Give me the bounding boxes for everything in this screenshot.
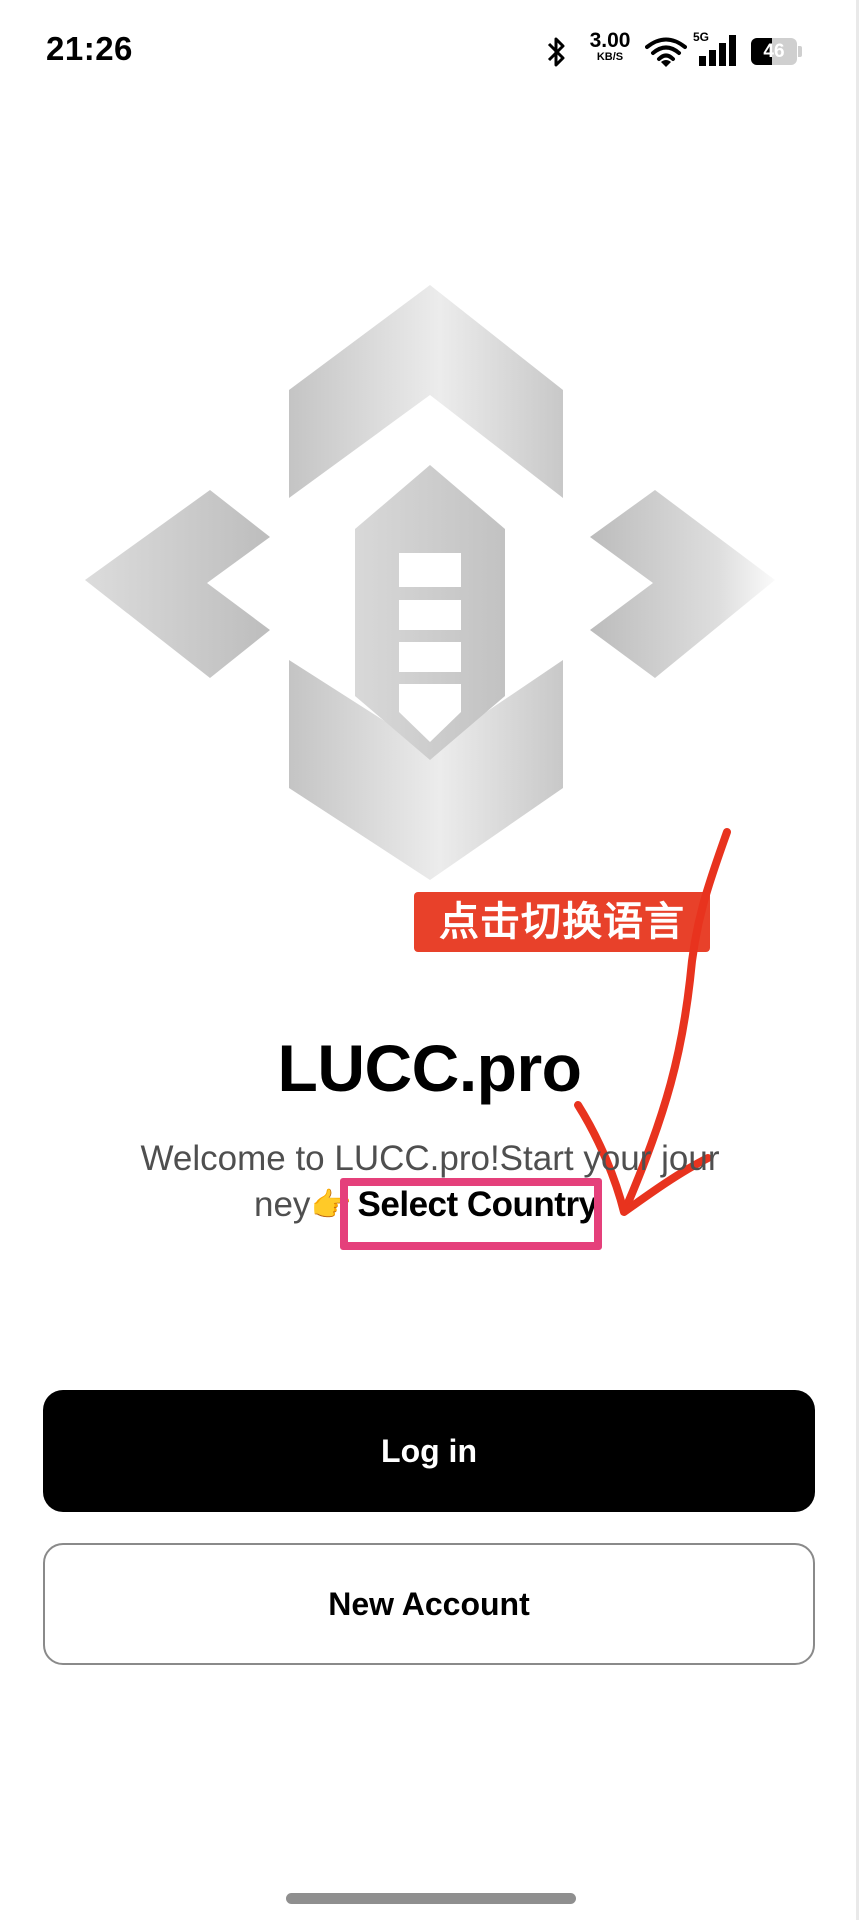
signal-icon xyxy=(699,35,736,66)
welcome-line-1: Welcome to LUCC.pro!Start your jour xyxy=(140,1139,720,1178)
battery-icon: 46 xyxy=(751,38,802,65)
status-time: 21:26 xyxy=(46,30,133,67)
battery-level: 46 xyxy=(763,41,785,62)
network-speed-value: 3.00 xyxy=(589,29,631,52)
network-speed-unit: KB/S xyxy=(596,51,624,63)
bluetooth-icon xyxy=(547,37,565,67)
login-button[interactable]: Log in xyxy=(43,1390,815,1512)
welcome-line-2: ney xyxy=(254,1185,311,1224)
network-speed: 3.00 KB/S xyxy=(583,30,637,63)
status-icons: 3.00 KB/S 5G 46 xyxy=(545,28,815,72)
new-account-button[interactable]: New Account xyxy=(43,1543,815,1665)
home-indicator[interactable] xyxy=(286,1893,576,1904)
app-title: LUCC.pro xyxy=(277,1031,582,1105)
highlight-box xyxy=(340,1178,602,1250)
app-logo xyxy=(85,285,775,880)
status-bar: 21:26 3.00 KB/S 5G 46 xyxy=(0,0,859,100)
wifi-icon xyxy=(645,37,687,67)
